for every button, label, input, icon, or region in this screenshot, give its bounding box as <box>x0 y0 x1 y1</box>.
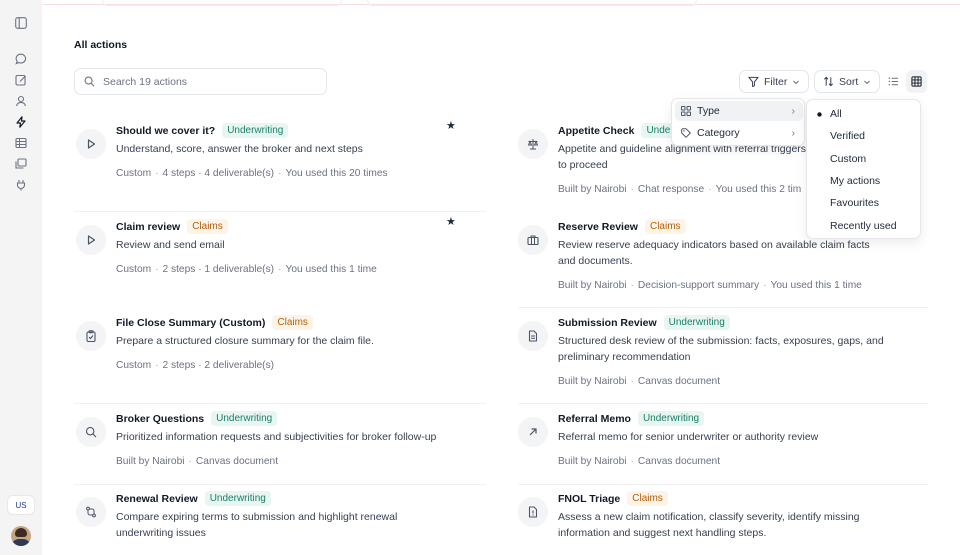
sidebar: US <box>0 0 42 555</box>
star-icon[interactable]: ★ <box>446 215 456 228</box>
star-icon[interactable]: ★ <box>446 119 456 132</box>
play-icon <box>76 225 106 255</box>
sort-button[interactable]: Sort <box>814 70 881 93</box>
action-description: Assess a new claim notification, classif… <box>558 511 860 539</box>
sort-icon <box>824 76 833 87</box>
action-meta: Built by Nairobi · Chat response · You used … <box>558 184 802 195</box>
type-submenu: All Verified Custom My actions Favourite… <box>806 99 921 239</box>
action-meta: Built by Nairobi · Canvas document <box>558 456 721 467</box>
row-divider <box>74 484 486 485</box>
sidebar-toggle-icon[interactable] <box>13 15 29 31</box>
action-title: Should we cover it? <box>116 124 216 137</box>
action-meta: Custom · 4 steps · 4 deliverable(s) · You us… <box>116 168 388 179</box>
action-title: Broker Questions <box>116 412 205 425</box>
type-option-verified[interactable]: Verified <box>830 130 865 142</box>
type-option-all[interactable]: All <box>830 108 842 120</box>
action-title: File Close Summary (Custom) <box>116 316 266 329</box>
category-badge: Underwriting <box>222 123 289 138</box>
search-box[interactable] <box>74 68 327 95</box>
category-badge: Underwriting <box>204 491 271 506</box>
chat-icon[interactable] <box>13 51 29 67</box>
type-option-custom[interactable]: Custom <box>830 153 866 165</box>
filter-menu-item-category[interactable]: Category › <box>675 123 803 143</box>
grid-view-icon[interactable] <box>906 70 927 93</box>
category-badge: Claims <box>272 315 313 330</box>
action-description: Review reserve adequacy indicators based… <box>558 239 870 267</box>
collapsed-card-hint <box>367 0 697 6</box>
row-divider <box>74 403 486 404</box>
action-title: Claim review <box>116 220 181 233</box>
play-icon <box>76 129 106 159</box>
action-meta: Built by Nairobi · Canvas document <box>558 376 721 387</box>
main-panel: All actions Filter Sort Should we cover … <box>42 0 960 555</box>
category-badge: Underwriting <box>663 315 730 330</box>
chevron-right-icon: › <box>791 127 795 139</box>
document-icon <box>518 321 548 351</box>
list-view-icon[interactable] <box>883 70 904 93</box>
lightning-icon[interactable] <box>13 114 29 130</box>
page-title: All actions <box>74 39 128 51</box>
table-icon[interactable] <box>13 135 29 151</box>
collapsed-card-hint <box>102 0 342 6</box>
search-icon <box>84 76 95 87</box>
category-badge: Claims <box>187 219 228 234</box>
user-icon[interactable] <box>13 93 29 109</box>
action-description: Compare expiring terms to submission and… <box>116 511 398 539</box>
search-icon <box>76 417 106 447</box>
action-title: FNOL Triage <box>558 492 621 505</box>
action-title: Renewal Review <box>116 492 198 505</box>
chevron-right-icon: › <box>791 105 795 117</box>
compare-icon <box>76 497 106 527</box>
action-title: Submission Review <box>558 316 657 329</box>
type-option-favourites[interactable]: Favourites <box>830 197 879 209</box>
action-description: Review and send email <box>116 239 225 251</box>
alert-document-icon <box>518 497 548 527</box>
row-divider <box>74 211 486 212</box>
filter-button[interactable]: Filter <box>739 70 810 93</box>
filter-icon <box>748 76 759 87</box>
us-flag-icon: US <box>15 500 27 510</box>
avatar[interactable] <box>11 526 31 546</box>
action-description: Structured desk review of the submission… <box>558 335 884 363</box>
action-title: Reserve Review <box>558 220 638 233</box>
gallery-icon[interactable] <box>13 156 29 172</box>
action-description: Understand, score, answer the broker and… <box>116 143 363 155</box>
filter-menu-item-type[interactable]: Type › <box>675 101 803 121</box>
category-badge: Claims <box>627 491 668 506</box>
action-description: Prioritized information requests and sub… <box>116 431 437 443</box>
filter-menu: Type › Category › <box>671 98 805 146</box>
arrow-up-right-icon <box>518 417 548 447</box>
action-description: Referral memo for senior underwriter or … <box>558 431 819 443</box>
chevron-down-icon <box>864 80 871 84</box>
type-option-recently-used[interactable]: Recently used <box>830 220 897 232</box>
action-meta: Built by Nairobi · Decision-support summar… <box>558 280 862 291</box>
plug-icon[interactable] <box>13 177 29 193</box>
type-option-my-actions[interactable]: My actions <box>830 175 880 187</box>
row-divider <box>518 403 928 404</box>
action-meta: Custom · 2 steps · 2 deliverable(s) <box>116 360 275 371</box>
scales-icon <box>518 129 548 159</box>
tag-icon <box>681 128 691 138</box>
filter-label: Filter <box>764 75 788 88</box>
selected-dot-icon <box>817 112 822 117</box>
edit-icon[interactable] <box>13 72 29 88</box>
category-badge: Claims <box>644 219 686 234</box>
action-title: Appetite Check <box>558 124 635 137</box>
locale-flag-button[interactable]: US <box>7 495 35 515</box>
chevron-down-icon <box>793 80 800 84</box>
row-divider <box>518 484 928 485</box>
type-grid-icon <box>681 106 691 116</box>
view-toggle <box>883 70 927 93</box>
action-meta: Built by Nairobi · Canvas document <box>116 456 279 467</box>
action-title: Referral Memo <box>558 412 631 425</box>
clipboard-check-icon <box>76 321 106 351</box>
sort-label: Sort <box>839 75 859 88</box>
category-badge: Underwriting <box>637 411 705 426</box>
row-divider <box>518 307 928 308</box>
briefcase-icon <box>518 225 548 255</box>
search-input[interactable] <box>103 75 303 88</box>
category-badge: Underwriting <box>211 411 278 426</box>
action-description: Prepare a structured closure summary for… <box>116 335 374 347</box>
action-meta: Custom · 2 steps · 1 deliverable(s) · You us… <box>116 264 377 275</box>
